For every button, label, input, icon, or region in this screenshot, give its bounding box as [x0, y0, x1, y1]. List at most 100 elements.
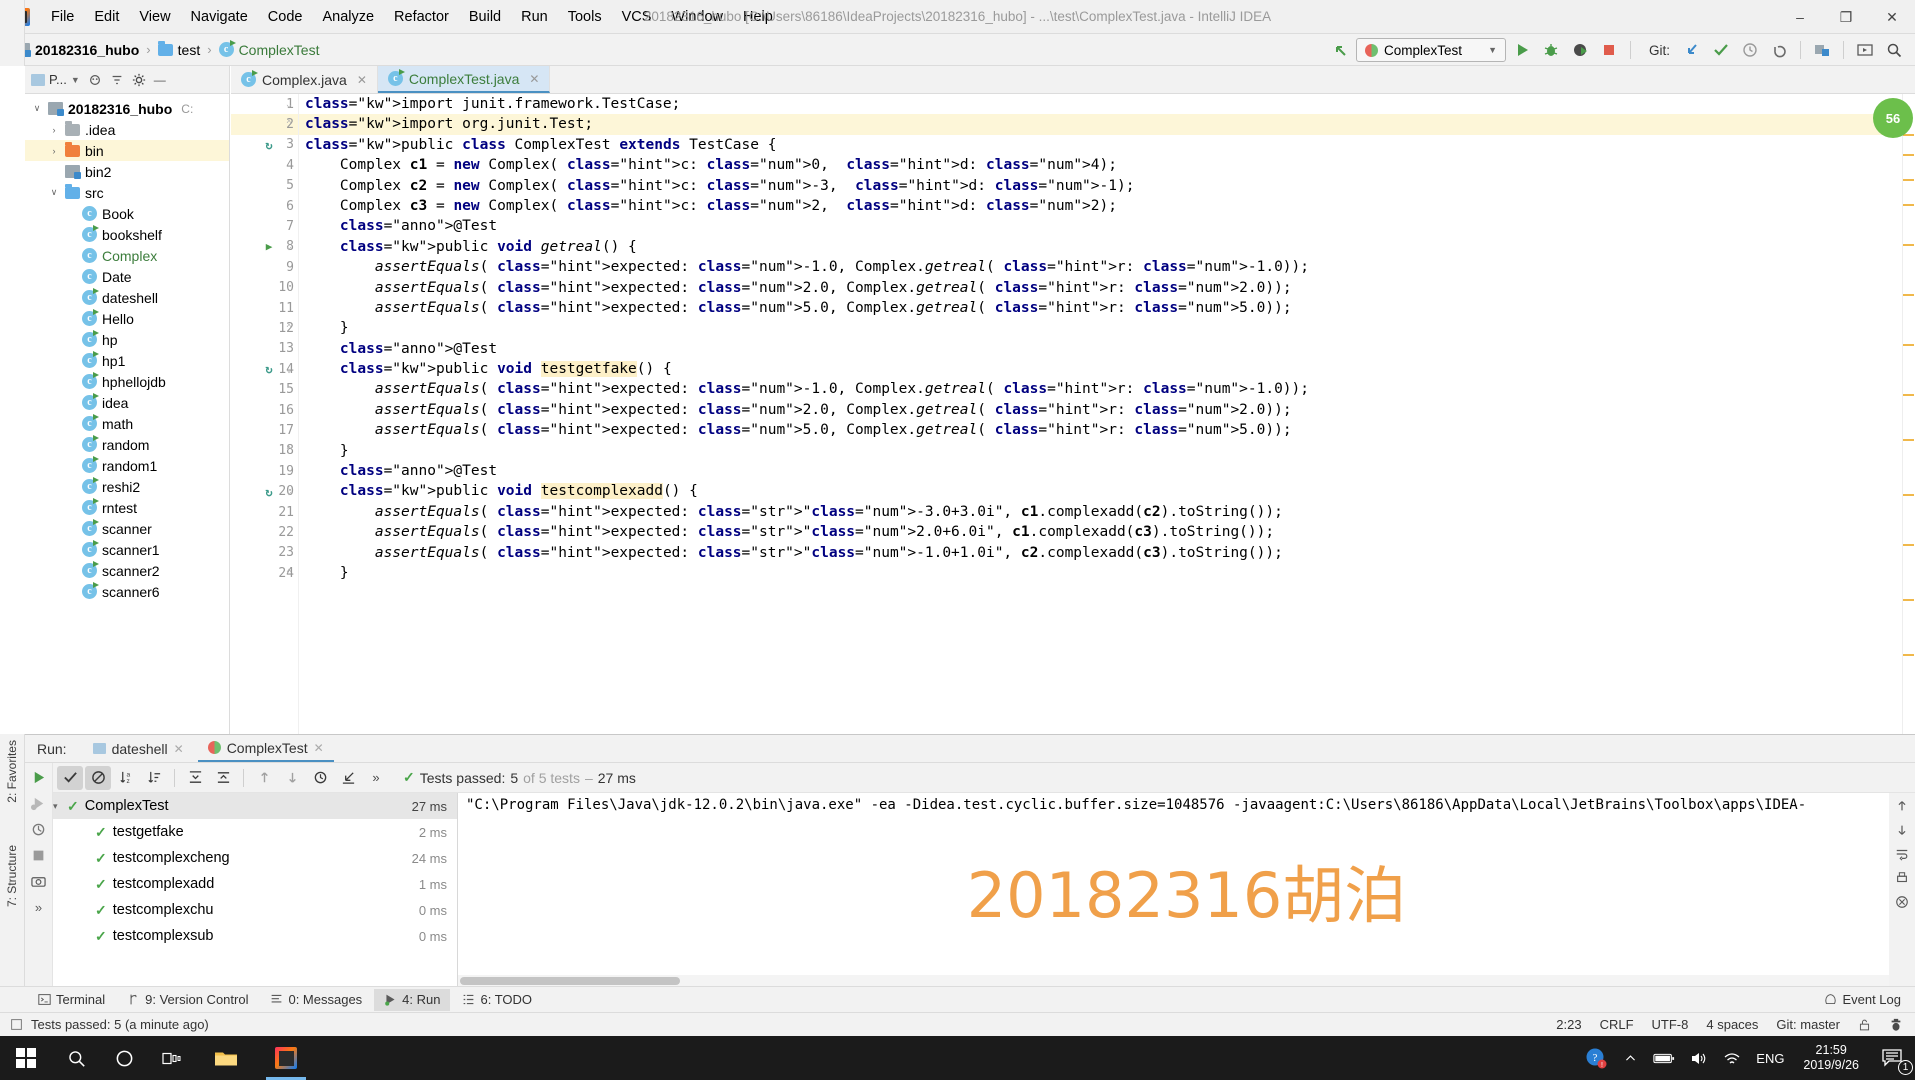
- tree-node-complex[interactable]: c Complex: [25, 245, 229, 266]
- run-tab-complextest[interactable]: ComplexTest ✕: [197, 735, 334, 762]
- tree-node-book[interactable]: c Book: [25, 203, 229, 224]
- tree-node-bin2[interactable]: bin2: [25, 161, 229, 182]
- menu-code[interactable]: Code: [259, 5, 312, 29]
- run-button[interactable]: [1509, 38, 1535, 62]
- gutter-line-5[interactable]: 5: [231, 176, 298, 196]
- git-branch[interactable]: Git: master: [1776, 1017, 1840, 1032]
- action-center-alert-icon[interactable]: ?!: [1579, 1036, 1613, 1080]
- more-toolbar-icon[interactable]: »: [363, 766, 389, 790]
- hide-panel-icon[interactable]: —: [154, 73, 166, 87]
- test-results-tree[interactable]: ▾ ✓ ComplexTest 27 ms ✓ testgetfake 2 ms ✓ testc…: [53, 793, 458, 987]
- print-icon[interactable]: [1895, 871, 1909, 885]
- start-button[interactable]: [0, 1036, 52, 1080]
- run-all-tests-gutter-icon[interactable]: ↻: [261, 362, 277, 376]
- tree-node-20182316-hubo[interactable]: ∨ 20182316_hubo C:: [25, 98, 229, 119]
- strip-favorites[interactable]: 2: Favorites: [5, 740, 19, 803]
- run-tab-dateshell[interactable]: dateshell ✕: [83, 735, 194, 762]
- chevron-right-icon[interactable]: ›: [48, 146, 60, 156]
- code-fold-icon[interactable]: ⌄: [283, 364, 295, 375]
- menu-file[interactable]: File: [42, 5, 83, 29]
- gutter-line-2[interactable]: ⌃ 2: [231, 114, 298, 135]
- tree-node-hphellojdb[interactable]: c hphellojdb: [25, 371, 229, 392]
- maximize-button[interactable]: ❐: [1823, 0, 1869, 34]
- run-with-coverage-button[interactable]: [1567, 38, 1593, 62]
- close-icon[interactable]: ✕: [357, 73, 367, 87]
- code-fold-icon[interactable]: ⌃: [283, 323, 295, 334]
- toolwindow-messages[interactable]: 0: Messages: [260, 989, 372, 1011]
- tree-node-random1[interactable]: c random1: [25, 455, 229, 476]
- code-fold-icon[interactable]: ⌃: [283, 445, 295, 456]
- tree-node-reshi2[interactable]: c reshi2: [25, 476, 229, 497]
- editor-tab-complextest-java[interactable]: c ComplexTest.java ✕: [377, 66, 551, 93]
- tree-node-random[interactable]: c random: [25, 434, 229, 455]
- gutter-line-6[interactable]: 6: [231, 196, 298, 216]
- run-all-tests-gutter-icon[interactable]: ↻: [261, 138, 277, 152]
- expand-all-icon[interactable]: [182, 766, 208, 790]
- menu-navigate[interactable]: Navigate: [182, 5, 257, 29]
- test-row-complextest[interactable]: ▾ ✓ ComplexTest 27 ms: [53, 793, 457, 819]
- git-history-icon[interactable]: [1737, 38, 1763, 62]
- menu-build[interactable]: Build: [460, 5, 510, 29]
- toolwindow-run[interactable]: 4: Run: [374, 988, 451, 1011]
- tree-node-idea[interactable]: c idea: [25, 392, 229, 413]
- test-row-testcomplexsub[interactable]: ✓ testcomplexsub 0 ms: [53, 923, 457, 949]
- toolwindow-terminal[interactable]: Terminal: [28, 989, 115, 1011]
- gutter-line-10[interactable]: 10: [231, 278, 298, 298]
- tree-node-rntest[interactable]: c rntest: [25, 497, 229, 518]
- gutter-line-15[interactable]: 15: [231, 379, 298, 399]
- dump-threads-icon[interactable]: [28, 844, 50, 866]
- gutter-line-22[interactable]: 22: [231, 522, 298, 542]
- code-fold-icon[interactable]: ⌄: [283, 486, 295, 497]
- close-button[interactable]: ✕: [1869, 0, 1915, 34]
- notifications-button[interactable]: 1: [1871, 1036, 1915, 1080]
- rerun-failed-icon[interactable]: [28, 792, 50, 814]
- test-row-testcomplexchu[interactable]: ✓ testcomplexchu 0 ms: [53, 897, 457, 923]
- sort-alphabetically-icon[interactable]: az: [113, 766, 139, 790]
- code-editor[interactable]: ⌄ 1 ⌃ 2 ↻ 3 4 5 6 7 ▶ ⌄ 8 9 10 11 ⌃ 12 13 ↻ ⌄ 14 15 16 17 ⌃ 18 19 ↻ ⌄…: [231, 94, 1915, 734]
- gutter-line-16[interactable]: 16: [231, 400, 298, 420]
- gutter-line-21[interactable]: 21: [231, 502, 298, 522]
- previous-failed-icon[interactable]: [251, 766, 277, 790]
- scroll-down-icon[interactable]: [1895, 823, 1909, 837]
- tree-node-scanner[interactable]: c scanner: [25, 518, 229, 539]
- tree-node-dateshell[interactable]: c dateshell: [25, 287, 229, 308]
- menu-view[interactable]: View: [130, 5, 179, 29]
- lock-icon[interactable]: [1858, 1018, 1871, 1032]
- tree-node-hp1[interactable]: c hp1: [25, 350, 229, 371]
- minimize-button[interactable]: –: [1777, 0, 1823, 34]
- preview-icon[interactable]: [1852, 38, 1878, 62]
- tree-node-hp[interactable]: c hp: [25, 329, 229, 350]
- gutter-line-7[interactable]: 7: [231, 216, 298, 236]
- caret-position[interactable]: 2:23: [1556, 1017, 1581, 1032]
- tree-node-date[interactable]: c Date: [25, 266, 229, 287]
- strip-structure[interactable]: 7: Structure: [5, 845, 19, 907]
- chevron-down-icon[interactable]: ∨: [48, 187, 60, 198]
- export-results-icon[interactable]: [335, 766, 361, 790]
- collapse-all-icon[interactable]: [110, 73, 124, 87]
- volume-icon[interactable]: [1681, 1036, 1715, 1080]
- project-panel-title-group[interactable]: P... ▼: [31, 72, 80, 87]
- editor-tab-complex-java[interactable]: c Complex.java ✕: [231, 66, 378, 93]
- editor-tab-bar[interactable]: c Complex.java ✕ c ComplexTest.java ✕: [231, 66, 1915, 94]
- clear-all-icon[interactable]: [1895, 895, 1909, 909]
- inspection-status-badge[interactable]: 56: [1873, 98, 1913, 138]
- breadcrumb-project[interactable]: 20182316_hubo: [10, 40, 144, 60]
- editor-marker-scrollbar[interactable]: [1902, 94, 1915, 734]
- search-icon[interactable]: [1881, 38, 1907, 62]
- tree-node-hello[interactable]: c Hello: [25, 308, 229, 329]
- test-row-testgetfake[interactable]: ✓ testgetfake 2 ms: [53, 819, 457, 845]
- gutter-line-20[interactable]: ↻ ⌄ 20: [231, 481, 298, 501]
- tree-node-scanner1[interactable]: c scanner1: [25, 539, 229, 560]
- rerun-icon[interactable]: [28, 766, 50, 788]
- gutter-line-19[interactable]: 19: [231, 461, 298, 481]
- console-output[interactable]: "C:\Program Files\Java\jdk-12.0.2\bin\ja…: [458, 793, 1915, 987]
- gutter-line-14[interactable]: ↻ ⌄ 14: [231, 359, 298, 379]
- code-fold-icon[interactable]: ⌃: [283, 119, 295, 130]
- battery-icon[interactable]: [1647, 1036, 1681, 1080]
- chevron-down-icon[interactable]: ∨: [31, 103, 43, 114]
- sort-by-duration-icon[interactable]: [141, 766, 167, 790]
- gutter-line-18[interactable]: ⌃ 18: [231, 441, 298, 461]
- test-history-icon[interactable]: [307, 766, 333, 790]
- tree-node-src[interactable]: ∨ src: [25, 182, 229, 203]
- test-row-testcomplexcheng[interactable]: ✓ testcomplexcheng 24 ms: [53, 845, 457, 871]
